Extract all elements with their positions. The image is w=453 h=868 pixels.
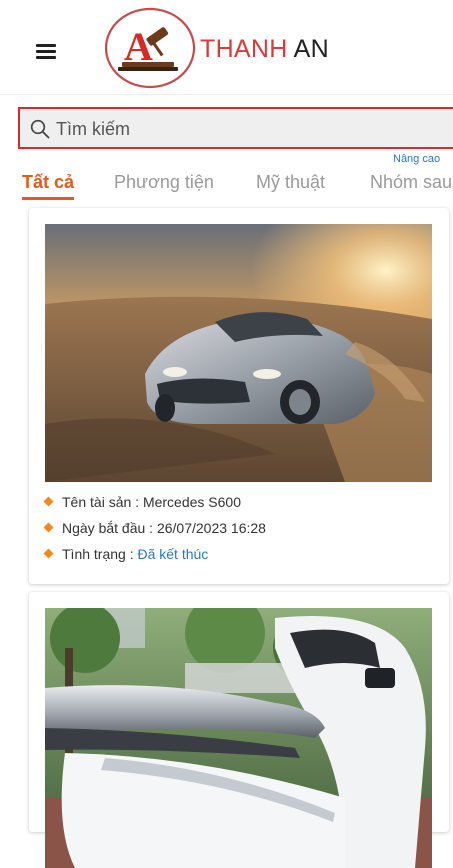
status-row: Tình trạng : Đã kết thúc xyxy=(43,546,208,562)
diamond-bullet-icon xyxy=(43,522,54,533)
brand-name-primary: THANH xyxy=(200,35,288,63)
sports-car-photo[interactable] xyxy=(45,224,432,482)
app-header: A THANH AN xyxy=(0,0,453,96)
category-tabs: Tất cả Phương tiện Mỹ thuật Nhóm sau xyxy=(22,172,453,202)
tab-vehicles[interactable]: Phương tiện xyxy=(114,172,214,193)
start-date-label: Ngày bắt đầu : xyxy=(62,520,154,536)
asset-card[interactable]: Tên tài sản : Mercedes S600 Ngày bắt đầu… xyxy=(29,208,449,584)
asset-name-value: Mercedes S600 xyxy=(142,494,241,510)
header-divider xyxy=(0,94,453,95)
search-input[interactable] xyxy=(54,109,448,149)
start-date-row: Ngày bắt đầu : 26/07/2023 16:28 xyxy=(43,520,266,536)
search-box[interactable] xyxy=(18,107,453,149)
asset-name-row: Tên tài sản : Mercedes S600 xyxy=(43,494,241,510)
hamburger-menu-icon[interactable] xyxy=(32,40,60,62)
search-icon xyxy=(30,119,50,139)
start-date-value: 26/07/2023 16:28 xyxy=(156,520,266,536)
status-label: Tình trạng : xyxy=(62,546,134,562)
scooter-photo[interactable] xyxy=(45,608,432,868)
tab-fine-arts[interactable]: Mỹ thuật xyxy=(256,172,325,193)
brand-name: THANH AN xyxy=(200,35,329,64)
tab-next-group[interactable]: Nhóm sau xyxy=(370,172,452,193)
gavel-logo[interactable]: A xyxy=(104,6,200,90)
diamond-bullet-icon xyxy=(43,496,54,507)
brand-name-secondary: AN xyxy=(293,35,329,63)
asset-card[interactable] xyxy=(29,592,449,868)
advanced-search-link[interactable]: Nâng cao xyxy=(393,153,440,165)
diamond-bullet-icon xyxy=(43,548,54,559)
tab-all[interactable]: Tất cả xyxy=(22,172,75,200)
asset-name-label: Tên tài sản : xyxy=(62,494,140,510)
status-value[interactable]: Đã kết thúc xyxy=(137,546,208,562)
